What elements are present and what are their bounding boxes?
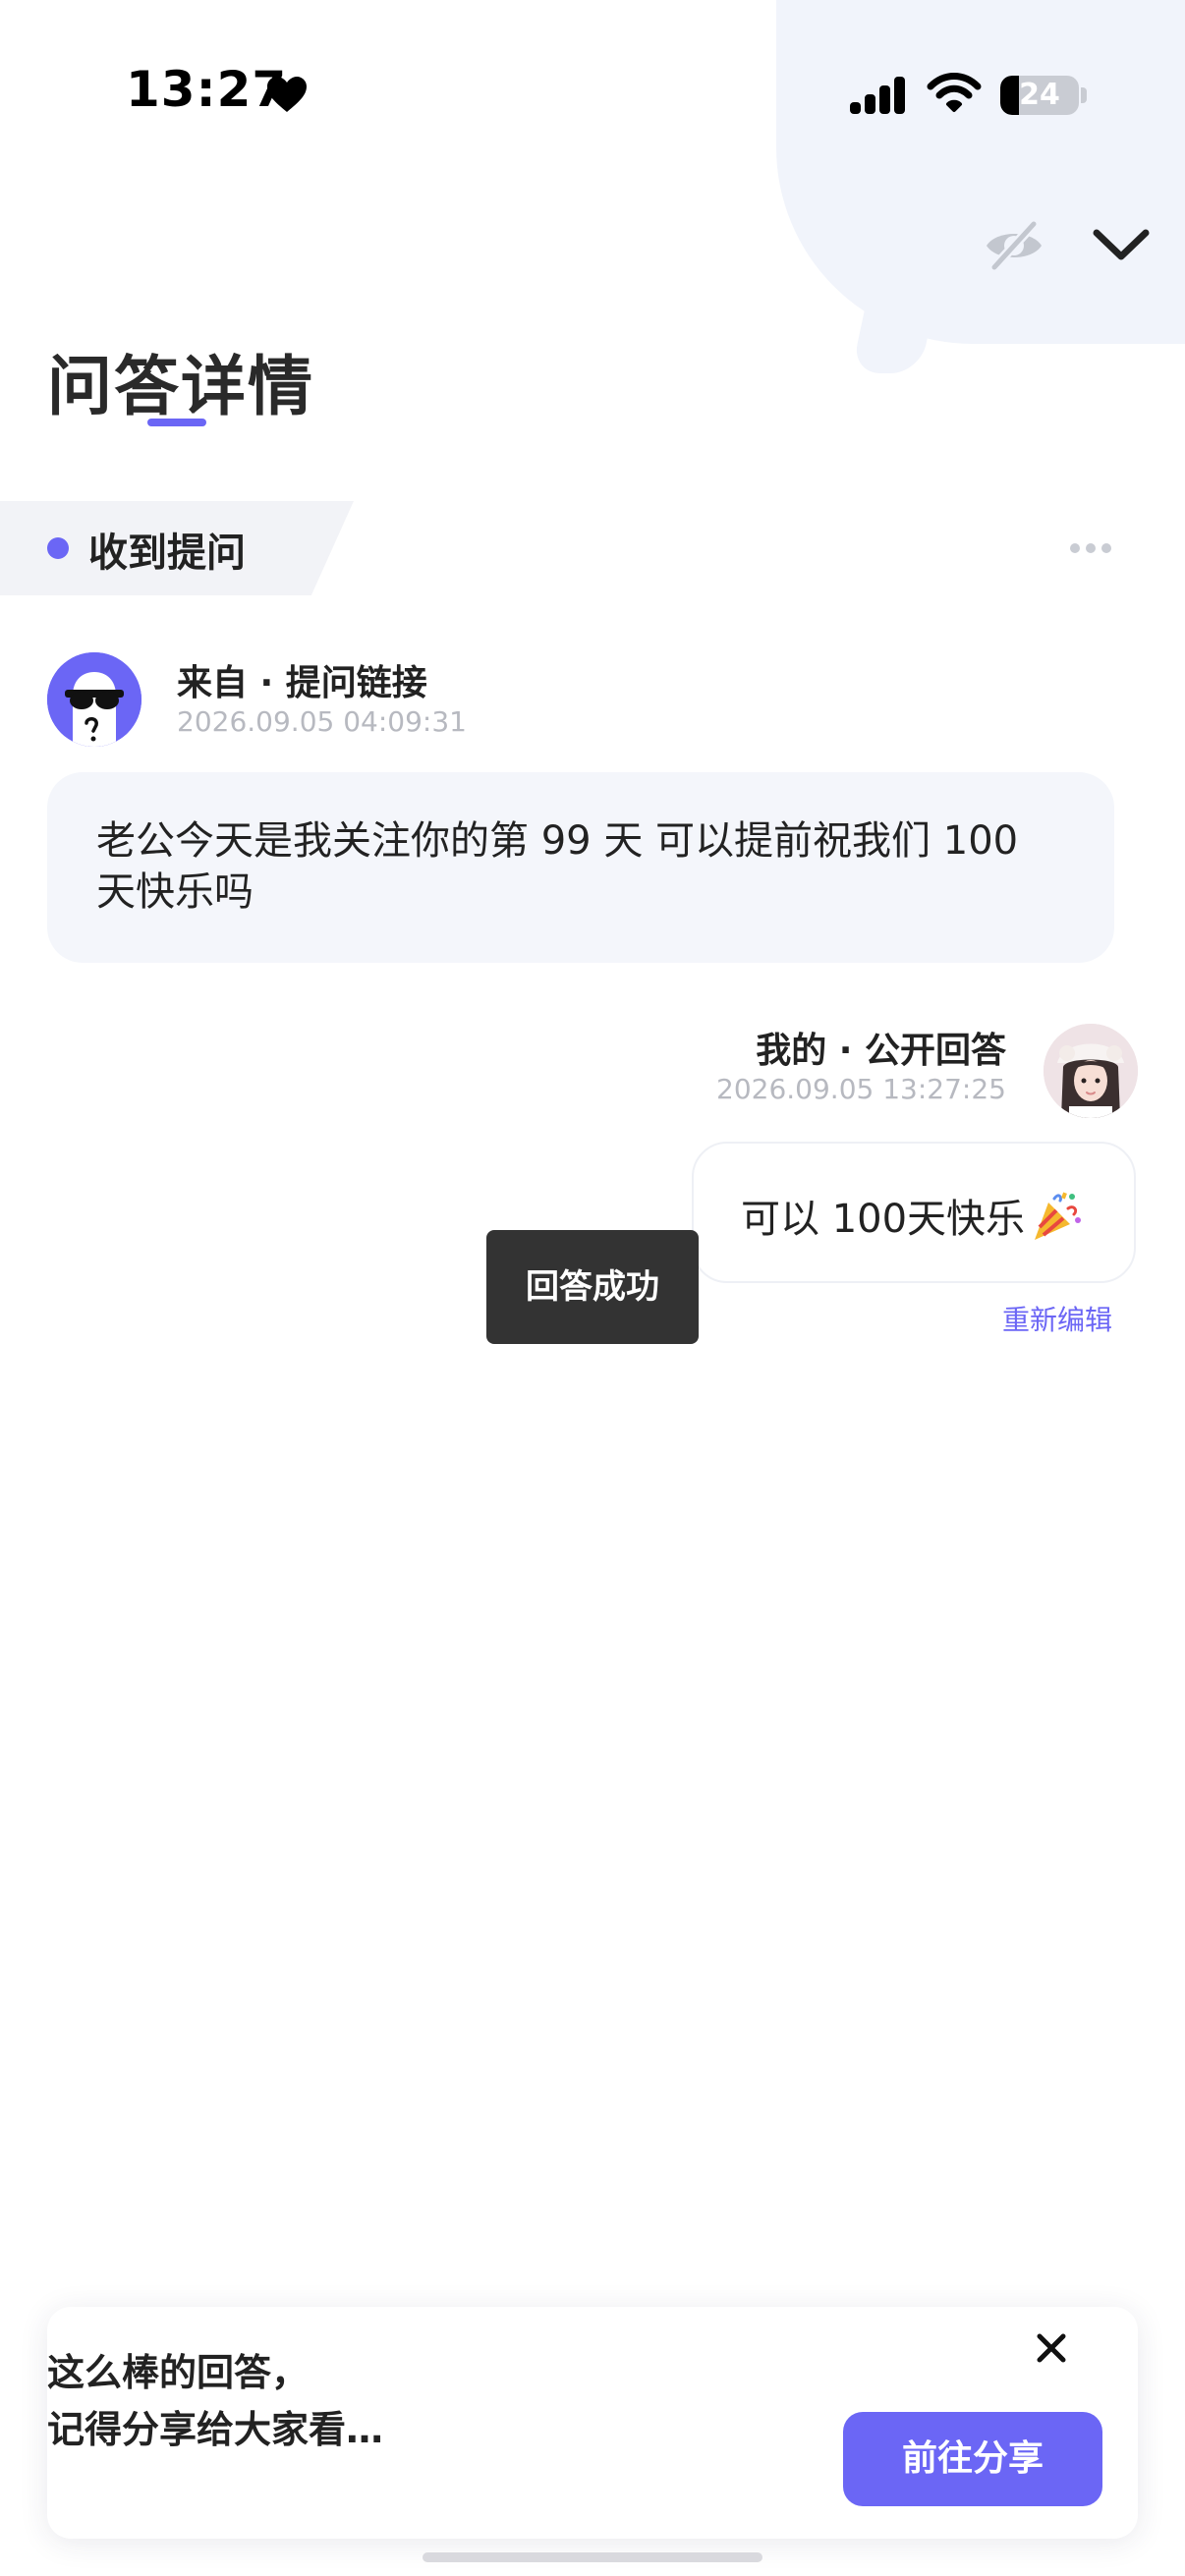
question-source: 来自 · 提问链接 — [177, 663, 427, 703]
question-time: 2026.09.05 04:09:31 — [177, 705, 467, 738]
answerer-avatar — [1044, 1024, 1138, 1118]
more-icon[interactable] — [1069, 540, 1112, 556]
answer-bubble: 可以 100天快乐 — [692, 1142, 1136, 1283]
heart-icon — [267, 77, 307, 112]
battery-tip — [1081, 87, 1087, 103]
page: 13:27 24 问答详情 收到提问 来自 · 提问链接 2026.09.05 … — [0, 0, 1185, 2576]
reedit-link[interactable]: 重新编辑 — [1002, 1299, 1112, 1338]
question-bubble: 老公今天是我关注你的第 99 天 可以提前祝我们 100 天快乐吗 — [47, 772, 1114, 963]
asker-avatar — [47, 652, 141, 747]
eye-off-icon[interactable] — [983, 218, 1045, 273]
answer-meta: 我的 · 公开回答 — [756, 1031, 1006, 1071]
avatar-portrait-icon — [1044, 1024, 1138, 1118]
share-button[interactable]: 前往分享 — [843, 2412, 1102, 2506]
decorative-bubble — [776, 0, 1185, 344]
party-popper-icon — [1035, 1192, 1082, 1240]
home-indicator — [423, 2552, 762, 2562]
section-label: 收到提问 — [88, 531, 246, 576]
section-dot — [47, 537, 69, 559]
page-title: 问答详情 — [47, 349, 314, 424]
signal-icon — [850, 77, 905, 114]
title-underline — [147, 419, 206, 426]
share-prompt-line-2: 记得分享给大家看… — [47, 2408, 384, 2451]
chevron-down-icon[interactable] — [1089, 221, 1154, 268]
battery-percent: 24 — [1019, 78, 1060, 112]
battery-icon: 24 — [1000, 76, 1079, 115]
answer-time: 2026.09.05 13:27:25 — [716, 1073, 1006, 1105]
share-prompt-line-1: 这么棒的回答， — [47, 2351, 310, 2394]
wifi-icon — [927, 73, 982, 112]
answer-text: 可以 100天快乐 — [741, 1197, 1026, 1242]
sunglasses-ghost-icon — [47, 652, 141, 747]
toast-message: 回答成功 — [486, 1230, 699, 1344]
close-icon[interactable] — [1032, 2328, 1071, 2368]
status-time: 13:27 — [126, 61, 288, 118]
